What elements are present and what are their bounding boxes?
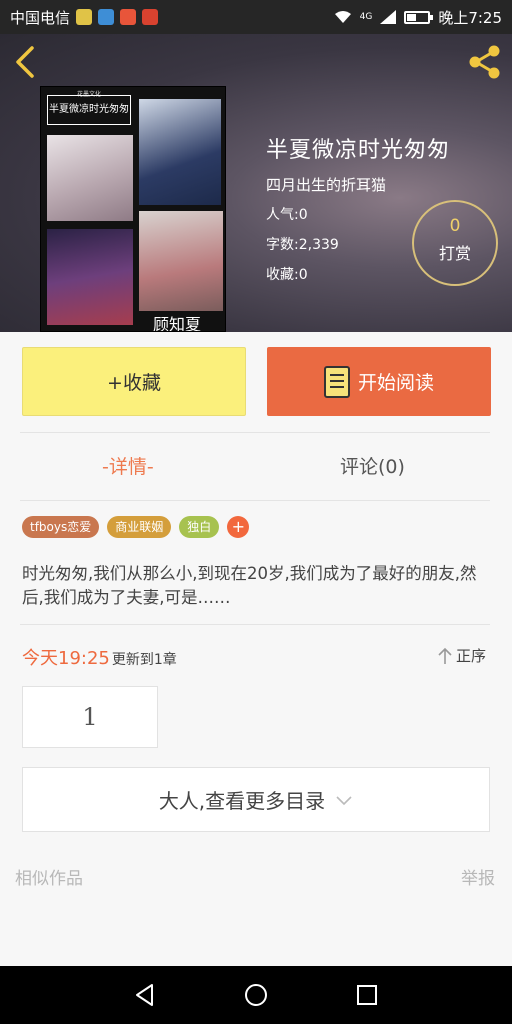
more-catalog-button[interactable]: 大人,查看更多目录 (22, 767, 490, 832)
favorites-stat: 收藏:0 (266, 267, 308, 283)
reward-button[interactable]: 0 打赏 (412, 200, 498, 286)
collect-label: +收藏 (107, 372, 161, 394)
book-intro[interactable]: 时光匆匆,我们从那么小,到现在20岁,我们成为了最好的朋友,然后,我们成为了夫妻… (22, 562, 492, 610)
collect-button[interactable]: +收藏 (22, 347, 246, 416)
book-header: 花墨文化 半夏微凉时光匆匆 顾知夏 半夏微凉时光匆匆 四月出生的折耳猫 人气:0… (0, 34, 512, 332)
tag-item[interactable]: tfboys恋爱 (22, 516, 100, 538)
add-tag-button[interactable]: + (227, 516, 250, 538)
arrow-up-icon (438, 647, 452, 664)
divider (20, 500, 490, 501)
cover-photo (47, 135, 133, 221)
cover-photo (139, 99, 221, 205)
notification-app-icon (98, 9, 115, 25)
update-info: 今天19:25 更新到1章 (22, 644, 177, 670)
start-reading-button[interactable]: 开始阅读 (267, 347, 491, 416)
cover-author: 顾知夏 (153, 315, 202, 332)
sort-label: 正序 (456, 647, 487, 665)
similar-works-label: 相似作品 (15, 869, 83, 889)
divider (20, 624, 490, 625)
weibo-icon (142, 9, 159, 25)
chapter-item[interactable]: 1 (22, 686, 158, 748)
tag-item[interactable]: 商业联姻 (107, 516, 172, 538)
book-author[interactable]: 四月出生的折耳猫 (266, 174, 386, 195)
battery-icon (404, 10, 434, 24)
notification-app-icon (120, 9, 137, 25)
sort-order-button[interactable]: 正序 (438, 645, 486, 666)
book-title: 半夏微凉时光匆匆 (266, 138, 451, 163)
recents-icon[interactable] (354, 982, 380, 1008)
cover-title: 半夏微凉时光匆匆 (47, 95, 131, 125)
cover-photo (47, 229, 133, 325)
word-count-stat: 字数:2,339 (266, 237, 339, 253)
more-catalog-label: 大人,查看更多目录 (158, 789, 326, 813)
home-icon[interactable] (243, 982, 269, 1008)
share-icon[interactable] (466, 44, 502, 80)
carrier-label: 中国电信 (10, 8, 71, 27)
report-link[interactable]: 举报 (461, 864, 495, 889)
tab-comments[interactable]: 评论(0) (340, 452, 405, 479)
back-icon[interactable] (132, 982, 158, 1008)
tag-item[interactable]: 独白 (179, 516, 220, 538)
cover-photo (139, 211, 223, 311)
back-arrow-icon[interactable] (12, 44, 42, 80)
update-time: 今天19:25 (22, 648, 110, 669)
popularity-stat: 人气:0 (266, 207, 308, 223)
start-reading-label: 开始阅读 (357, 372, 434, 394)
book-icon (323, 365, 350, 398)
signal-icon (380, 10, 397, 24)
wifi-icon (334, 11, 351, 23)
system-nav-bar (0, 966, 512, 1024)
reward-count: 0 (449, 216, 461, 236)
book-cover[interactable]: 花墨文化 半夏微凉时光匆匆 顾知夏 (40, 86, 226, 332)
update-text: 更新到1章 (111, 652, 177, 668)
status-bar: 中国电信 4G 晚上7:25 (0, 0, 512, 34)
notification-app-icon (76, 9, 93, 25)
clock: 晚上7:25 (438, 8, 502, 27)
chevron-down-icon (336, 795, 352, 805)
divider (20, 432, 490, 433)
reward-label: 打赏 (438, 244, 471, 263)
tag-list: tfboys恋爱 商业联姻 独白 + (22, 516, 250, 538)
network-label: 4G (359, 12, 373, 22)
tab-detail[interactable]: -详情- (102, 452, 154, 479)
